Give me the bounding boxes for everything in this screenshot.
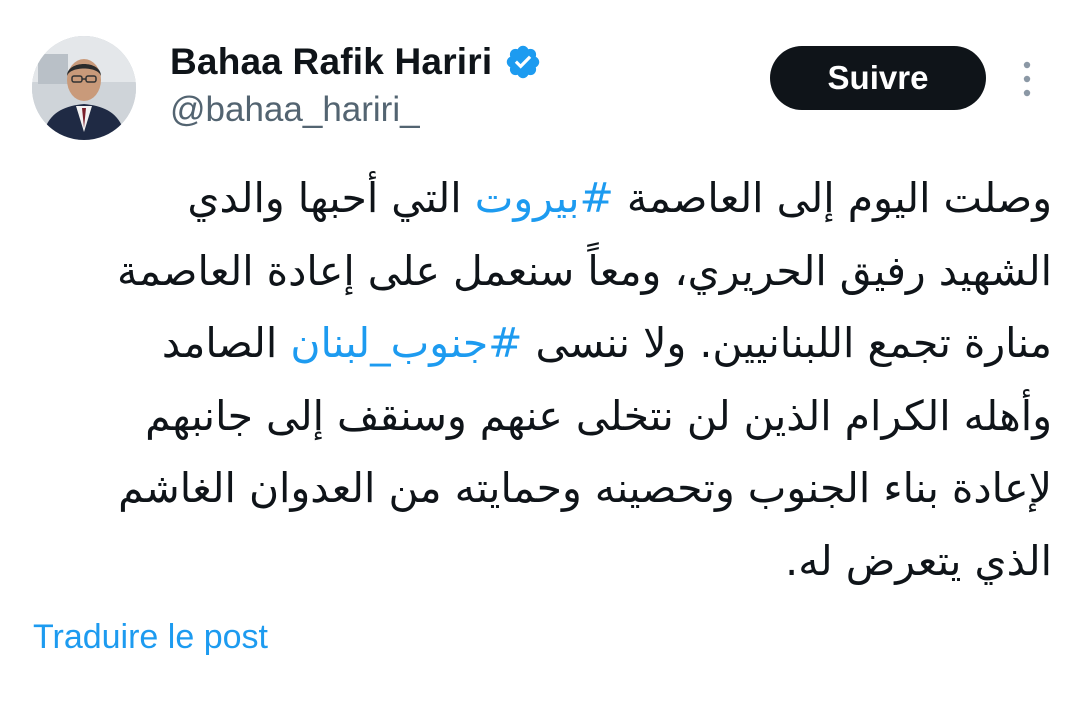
post-text-segment: منارة تجمع اللبنانيين. ولا ننسى	[522, 319, 1052, 367]
tweet-card: Bahaa Rafik Hariri @bahaa_hariri_ Suivre…	[0, 0, 1080, 706]
post-line-2: الشهيد رفيق الحريري، ومعاً سنعمل على إعا…	[116, 246, 1052, 295]
post-line-1: وصلت اليوم إلى العاصمة #بيروت التي أحبها…	[40, 162, 1052, 235]
more-vertical-icon[interactable]	[1012, 56, 1042, 102]
profile-photo-icon	[32, 36, 136, 140]
avatar[interactable]	[32, 36, 136, 140]
translate-post-link[interactable]: Traduire le post	[33, 618, 268, 657]
post-text-segment: التي أحبها والدي	[187, 174, 475, 222]
post-line-6: الذي يتعرض له.	[785, 536, 1052, 585]
follow-button[interactable]: Suivre	[770, 46, 986, 110]
post-text: وصلت اليوم إلى العاصمة #بيروت التي أحبها…	[40, 162, 1052, 597]
author-name-row: Bahaa Rafik Hariri	[170, 40, 542, 84]
author-display-name[interactable]: Bahaa Rafik Hariri	[170, 41, 492, 83]
post-text-segment: الصامد	[161, 319, 291, 367]
hashtag-link-south-lebanon[interactable]: #جنوب_لبنان	[290, 319, 522, 367]
post-text-segment: وصلت اليوم إلى العاصمة	[613, 174, 1052, 222]
post-line-3: منارة تجمع اللبنانيين. ولا ننسى #جنوب_لب…	[40, 307, 1052, 380]
verified-badge-icon[interactable]	[504, 43, 542, 81]
post-line-4: وأهله الكرام الذين لن نتخلى عنهم وسنقف إ…	[145, 391, 1052, 440]
hashtag-link-beirut[interactable]: #بيروت	[475, 174, 614, 222]
author-handle[interactable]: @bahaa_hariri_	[170, 90, 420, 130]
post-line-5: لإعادة بناء الجنوب وتحصينه وحمايته من ال…	[118, 464, 1052, 512]
